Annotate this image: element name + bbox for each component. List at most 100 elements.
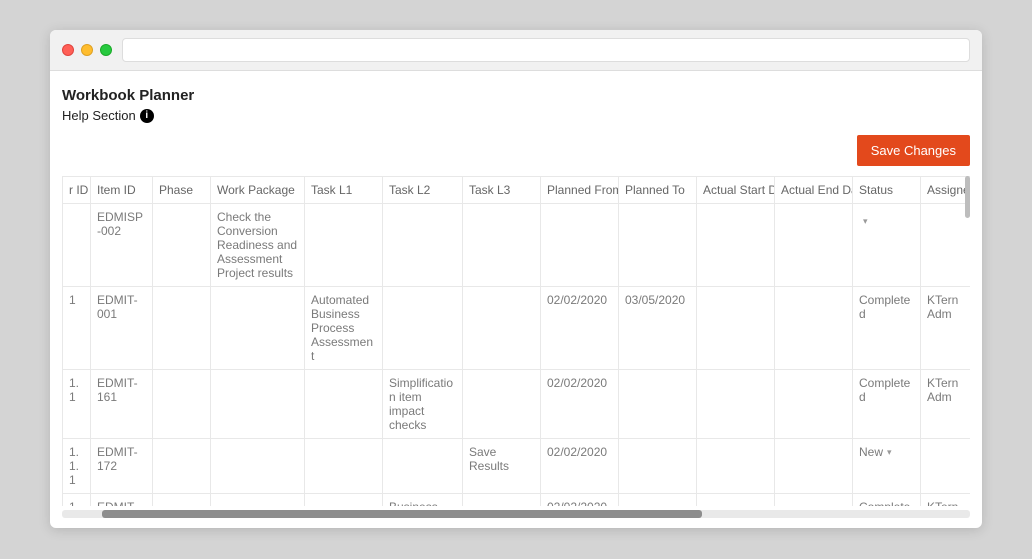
cell-task-l1[interactable] [305,439,383,494]
cell-item-id[interactable]: EDMISP-002 [91,204,153,287]
col-work-package[interactable]: Work Package [211,177,305,204]
cell-r-id[interactable]: 1.2 [63,494,91,507]
cell-item-id[interactable]: EDMIT-161 [91,370,153,439]
cell-planned-to[interactable] [619,370,697,439]
cell-item-id[interactable]: EDMIT-162 [91,494,153,507]
cell-planned-from[interactable]: 02/02/2020 [541,370,619,439]
cell-planned-to[interactable] [619,439,697,494]
vertical-scrollbar[interactable] [964,176,970,506]
cell-work-package[interactable] [211,287,305,370]
cell-task-l2[interactable]: Simplification item impact checks [383,370,463,439]
cell-planned-from[interactable]: 02/02/2020 [541,287,619,370]
status-value: New [859,445,883,459]
cell-task-l3[interactable] [463,370,541,439]
cell-task-l3[interactable] [463,287,541,370]
status-dropdown[interactable]: New▾ [859,445,892,459]
cell-actual-end[interactable] [775,494,853,507]
cell-task-l2[interactable]: Business function analytics [383,494,463,507]
cell-planned-from[interactable]: 02/02/2020 [541,494,619,507]
col-actual-end[interactable]: Actual End Date [775,177,853,204]
cell-r-id[interactable]: 1 [63,287,91,370]
col-task-l3[interactable]: Task L3 [463,177,541,204]
col-planned-from[interactable]: Planned From [541,177,619,204]
cell-r-id[interactable] [63,204,91,287]
col-item-id[interactable]: Item ID [91,177,153,204]
close-window-icon[interactable] [62,44,74,56]
vertical-scrollbar-thumb[interactable] [965,176,970,218]
cell-work-package[interactable]: Check the Conversion Readiness and Asses… [211,204,305,287]
cell-planned-to[interactable] [619,494,697,507]
cell-actual-end[interactable] [775,204,853,287]
cell-item-id[interactable]: EDMIT-001 [91,287,153,370]
cell-actual-end[interactable] [775,370,853,439]
cell-actual-end[interactable] [775,439,853,494]
cell-status[interactable]: New▾ [853,439,921,494]
cell-work-package[interactable] [211,370,305,439]
cell-assigned[interactable]: KTern Adm [921,494,971,507]
cell-task-l1[interactable]: Automated Business Process Assessment [305,287,383,370]
cell-status[interactable]: Completed [853,287,921,370]
minimize-window-icon[interactable] [81,44,93,56]
horizontal-scrollbar-thumb[interactable] [102,510,702,518]
table-row[interactable]: 1EDMIT-001 Automated Business Process Ass… [63,287,971,370]
cell-status[interactable]: Completed [853,494,921,507]
col-task-l2[interactable]: Task L2 [383,177,463,204]
cell-status[interactable]: Completed [853,370,921,439]
cell-phase[interactable] [153,439,211,494]
cell-planned-from[interactable] [541,204,619,287]
col-task-l1[interactable]: Task L1 [305,177,383,204]
table-row[interactable]: EDMISP-002 Check the Conversion Readiness… [63,204,971,287]
cell-phase[interactable] [153,370,211,439]
maximize-window-icon[interactable] [100,44,112,56]
save-changes-button[interactable]: Save Changes [857,135,970,166]
cell-assigned[interactable] [921,439,971,494]
cell-status[interactable]: ▾ [853,204,921,287]
cell-r-id[interactable]: 1.1 [63,370,91,439]
cell-phase[interactable] [153,204,211,287]
cell-assigned[interactable]: KTern Adm [921,287,971,370]
cell-task-l3[interactable]: Save Results [463,439,541,494]
cell-task-l2[interactable] [383,287,463,370]
help-section-label: Help Section [62,108,136,123]
col-r-id[interactable]: r ID [63,177,91,204]
table-scroll-area[interactable]: r ID Item ID Phase Work Package Task L1 … [62,176,970,506]
cell-task-l2[interactable] [383,439,463,494]
horizontal-scrollbar[interactable] [62,510,970,518]
cell-work-package[interactable] [211,439,305,494]
status-dropdown[interactable]: ▾ [859,216,868,227]
cell-planned-to[interactable] [619,204,697,287]
cell-phase[interactable] [153,287,211,370]
table-row[interactable]: 1.1EDMIT-161 Simplification item impact c… [63,370,971,439]
cell-actual-start[interactable] [697,494,775,507]
cell-item-id[interactable]: EDMIT-172 [91,439,153,494]
table-row[interactable]: 1.2EDMIT-162 Business function analytics 0… [63,494,971,507]
cell-actual-start[interactable] [697,370,775,439]
col-planned-to[interactable]: Planned To [619,177,697,204]
cell-task-l3[interactable] [463,204,541,287]
cell-actual-end[interactable] [775,287,853,370]
cell-actual-start[interactable] [697,439,775,494]
table-row[interactable]: 1.1.1EDMIT-172 Save Results02/02/2020 New▾ [63,439,971,494]
cell-r-id[interactable]: 1.1.1 [63,439,91,494]
cell-task-l3[interactable] [463,494,541,507]
help-section-row[interactable]: Help Section i [62,108,970,123]
cell-actual-start[interactable] [697,287,775,370]
cell-task-l1[interactable] [305,204,383,287]
info-icon[interactable]: i [140,109,154,123]
cell-task-l1[interactable] [305,370,383,439]
cell-planned-to[interactable]: 03/05/2020 [619,287,697,370]
cell-task-l2[interactable] [383,204,463,287]
cell-planned-from[interactable]: 02/02/2020 [541,439,619,494]
cell-work-package[interactable] [211,494,305,507]
cell-task-l1[interactable] [305,494,383,507]
col-phase[interactable]: Phase [153,177,211,204]
cell-assigned[interactable] [921,204,971,287]
col-assigned[interactable]: Assigned [921,177,971,204]
cell-phase[interactable] [153,494,211,507]
col-actual-start[interactable]: Actual Start Dat [697,177,775,204]
cell-actual-start[interactable] [697,204,775,287]
col-status[interactable]: Status [853,177,921,204]
page-content: Workbook Planner Help Section i Save Cha… [50,71,982,528]
url-bar[interactable] [122,38,970,62]
cell-assigned[interactable]: KTern Adm [921,370,971,439]
